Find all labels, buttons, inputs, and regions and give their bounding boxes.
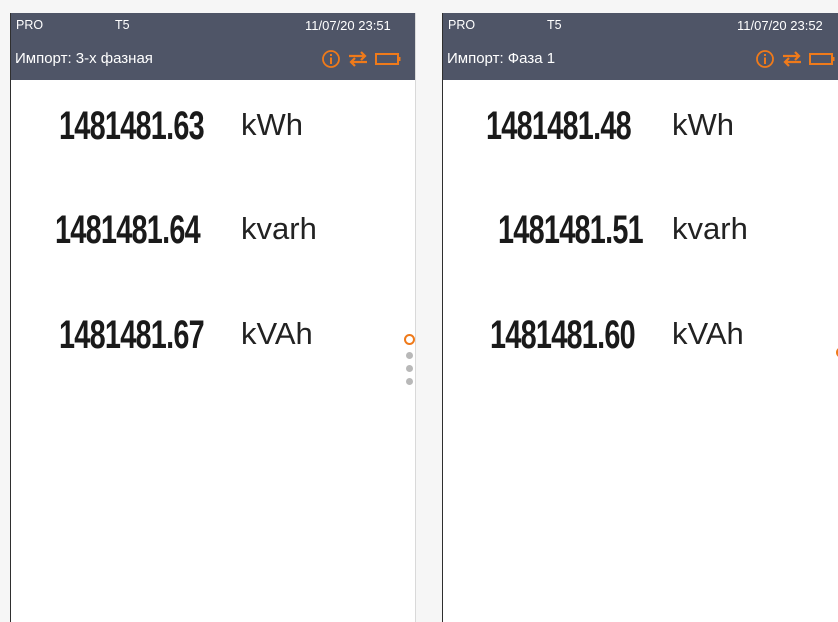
datetime-label: 11/07/20 23:51 <box>305 18 391 33</box>
page-title: Импорт: Фаза 1 <box>447 50 556 67</box>
reading-value: 1481481.63 <box>59 104 205 148</box>
meter-screen-right: PRO T5 11/07/20 23:52 Импорт: Фаза 1 148… <box>442 13 838 622</box>
reading-apparent-energy: 1481481.67 kVAh <box>59 313 313 357</box>
reading-active-energy: 1481481.63 kWh <box>59 104 303 148</box>
status-header: PRO T5 11/07/20 23:51 Импорт: 3-х фазная <box>11 13 415 80</box>
reading-unit: kvarh <box>672 211 748 246</box>
info-icon[interactable] <box>755 49 775 69</box>
swap-arrows-icon[interactable] <box>347 49 369 69</box>
reading-reactive-energy: 1481481.64 kvarh <box>55 208 317 252</box>
swap-arrows-icon[interactable] <box>781 49 803 69</box>
page-title: Импорт: 3-х фазная <box>15 50 153 67</box>
page-dot-active[interactable] <box>404 334 415 345</box>
battery-icon <box>375 49 401 69</box>
battery-icon <box>809 49 835 69</box>
reading-value: 1481481.51 <box>498 208 644 252</box>
meter-screen-left: PRO T5 11/07/20 23:51 Импорт: 3-х фазная… <box>10 13 416 622</box>
reading-unit: kVAh <box>241 316 313 351</box>
page-dot[interactable] <box>406 378 413 385</box>
tariff-label: T5 <box>547 18 562 32</box>
reading-value: 1481481.67 <box>59 313 205 357</box>
page-dot[interactable] <box>406 352 413 359</box>
reading-unit: kWh <box>672 107 734 142</box>
reading-value: 1481481.48 <box>486 104 632 148</box>
tariff-label: T5 <box>115 18 130 32</box>
status-header: PRO T5 11/07/20 23:52 Импорт: Фаза 1 <box>443 13 838 80</box>
info-icon[interactable] <box>321 49 341 69</box>
page-dot[interactable] <box>406 365 413 372</box>
reading-value: 1481481.64 <box>55 208 201 252</box>
reading-apparent-energy: 1481481.60 kVAh <box>490 313 744 357</box>
mode-label: PRO <box>448 18 476 32</box>
reading-reactive-energy: 1481481.51 kvarh <box>498 208 748 252</box>
reading-value: 1481481.60 <box>490 313 636 357</box>
datetime-label: 11/07/20 23:52 <box>737 18 823 33</box>
mode-label: PRO <box>16 18 44 32</box>
reading-unit: kWh <box>241 107 303 142</box>
reading-unit: kvarh <box>241 211 317 246</box>
reading-active-energy: 1481481.48 kWh <box>486 104 734 148</box>
reading-unit: kVAh <box>672 316 744 351</box>
